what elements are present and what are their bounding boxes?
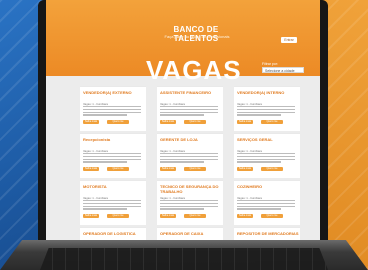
apply-button[interactable]: Quero me candidatar — [107, 120, 129, 127]
laptop-screen: BANCO DE TALENTOS Faça parte do grupo de… — [46, 0, 320, 240]
page-title: VAGAS — [146, 55, 242, 85]
filter-label: Filtrar por: — [262, 62, 278, 66]
apply-button[interactable]: Quero me candidatar — [107, 214, 129, 221]
job-title[interactable]: Recepcionista — [83, 137, 145, 143]
saiba-mais-button[interactable]: Saiba mais — [83, 120, 99, 124]
job-title[interactable]: VENDEDOR(A) INTERNO — [237, 90, 299, 96]
job-title[interactable]: MOTORISTA — [83, 184, 145, 190]
job-title[interactable]: SERVIÇOS GERAL — [237, 137, 299, 143]
saiba-mais-button[interactable]: Saiba mais — [160, 120, 176, 124]
apply-button[interactable]: Quero me candidatar — [261, 167, 283, 174]
job-card: REPOSITOR DE MERCADORIAS — [234, 227, 300, 240]
job-card: TECNICO DE SEGURANÇA DO TRABALHO Vagas: … — [157, 180, 223, 225]
job-description — [83, 200, 141, 211]
apply-button[interactable]: Quero me candidatar — [184, 214, 206, 221]
apply-button[interactable]: Quero me candidatar — [184, 167, 206, 174]
job-card: SERVIÇOS GERAL Vagas: 1 - Itumbiara Saib… — [234, 133, 300, 178]
saiba-mais-button[interactable]: Saiba mais — [237, 167, 253, 171]
apply-button[interactable]: Quero me candidatar — [261, 214, 283, 221]
job-title[interactable]: REPOSITOR DE MERCADORIAS — [237, 231, 299, 237]
header-login-button[interactable]: Entrar — [281, 37, 297, 43]
apply-button[interactable]: Quero me candidatar — [261, 120, 283, 127]
job-description — [160, 106, 218, 117]
job-card: VENDEDOR(A) EXTERNO Vagas: 1 - Itumbiara… — [80, 86, 146, 131]
job-title[interactable]: OPERADOR DE LOGISTICA — [83, 231, 145, 237]
job-card: MOTORISTA Vagas: 1 - Itumbiara Saiba mai… — [80, 180, 146, 225]
site-header: BANCO DE TALENTOS Faça parte do grupo de… — [46, 0, 320, 85]
job-description — [237, 106, 295, 117]
job-title[interactable]: OPERADOR DE CAIXA — [160, 231, 222, 237]
job-title[interactable]: VENDEDOR(A) EXTERNO — [83, 90, 145, 96]
job-description — [83, 106, 141, 117]
saiba-mais-button[interactable]: Saiba mais — [83, 214, 99, 218]
job-title[interactable]: TECNICO DE SEGURANÇA DO TRABALHO — [160, 184, 222, 194]
saiba-mais-button[interactable]: Saiba mais — [83, 167, 99, 171]
saiba-mais-button[interactable]: Saiba mais — [237, 120, 253, 124]
saiba-mais-button[interactable]: Saiba mais — [160, 214, 176, 218]
job-description — [160, 200, 218, 211]
job-card: OPERADOR DE CAIXA — [157, 227, 223, 240]
job-description — [237, 200, 295, 211]
job-card: Recepcionista Vagas: 1 - Itumbiara Saiba… — [80, 133, 146, 178]
job-card: OPERADOR DE LOGISTICA — [80, 227, 146, 240]
laptop-keyboard — [40, 248, 328, 270]
apply-button[interactable]: Quero me candidatar — [184, 120, 206, 127]
brand-tagline: Faça parte do grupo de profissionais — [164, 34, 230, 39]
job-description — [160, 153, 218, 164]
job-title[interactable]: COZINHEIRO — [237, 184, 299, 190]
job-description — [83, 153, 141, 164]
job-card: COZINHEIRO Vagas: 1 - Itumbiara Saiba ma… — [234, 180, 300, 225]
apply-button[interactable]: Quero me candidatar — [107, 167, 129, 174]
saiba-mais-button[interactable]: Saiba mais — [160, 167, 176, 171]
saiba-mais-button[interactable]: Saiba mais — [237, 214, 253, 218]
job-card: VENDEDOR(A) INTERNO Vagas: 1 - Itumbiara… — [234, 86, 300, 131]
city-filter-select[interactable]: Selecione a cidade — [262, 67, 304, 73]
job-title[interactable]: GERENTE DE LOJA — [160, 137, 222, 143]
job-title[interactable]: ASSISTENTE FINANCEIRO — [160, 90, 222, 96]
job-description — [237, 153, 295, 164]
job-card: GERENTE DE LOJA Vagas: 1 - Itumbiara Sai… — [157, 133, 223, 178]
job-card: ASSISTENTE FINANCEIRO Vagas: 1 - Itumbia… — [157, 86, 223, 131]
